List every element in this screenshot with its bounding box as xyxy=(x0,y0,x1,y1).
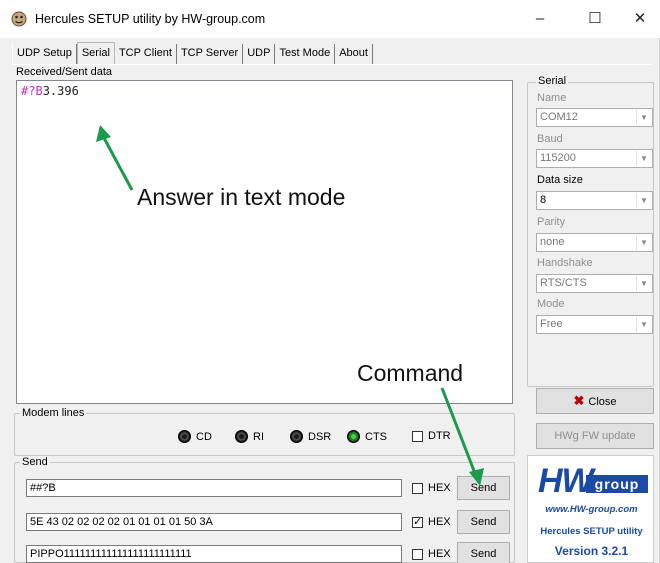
send-input-3[interactable]: PIPPO111111111111111111111111 xyxy=(26,545,402,563)
cd-led-icon xyxy=(178,430,191,443)
hw-group-logo: HW group www.HW-group.com Hercules SETUP… xyxy=(527,455,654,563)
handshake-combo[interactable]: RTS/CTS ▼ xyxy=(536,274,653,293)
cts-led-icon xyxy=(347,430,360,443)
close-port-label: Close xyxy=(588,396,617,408)
chevron-down-icon[interactable]: ▼ xyxy=(636,276,651,291)
serial-group-label: Serial xyxy=(536,75,569,87)
received-prefix: #?B xyxy=(21,84,43,98)
logo-hw-mark: HW xyxy=(538,462,594,500)
logo-url: www.HW-group.com xyxy=(545,504,638,515)
chevron-down-icon[interactable]: ▼ xyxy=(636,235,651,250)
annotation-command-text: Command xyxy=(357,360,464,386)
cts-label: CTS xyxy=(365,430,387,443)
dtr-toggle[interactable]: DTR xyxy=(412,430,451,442)
tab-tcp-server[interactable]: TCP Server xyxy=(177,44,244,64)
cd-label: CD xyxy=(196,430,212,443)
dtr-label: DTR xyxy=(428,430,451,442)
window-title: Hercules SETUP utility by HW-group.com xyxy=(35,12,266,26)
hex-checkbox-2[interactable] xyxy=(412,515,423,528)
logo-version: Version 3.2.1 xyxy=(554,544,629,558)
dsr-indicator: DSR xyxy=(290,430,331,443)
received-value: 3.396 xyxy=(42,84,79,98)
send-button-1[interactable]: Send xyxy=(457,476,510,500)
chevron-down-icon[interactable]: ▼ xyxy=(636,151,651,166)
tab-bar: UDP Setup Serial TCP Client TCP Server U… xyxy=(12,42,373,64)
port-name-combo[interactable]: COM12 ▼ xyxy=(536,108,653,127)
name-label: Name xyxy=(537,92,567,104)
data-size-value: 8 xyxy=(540,194,547,206)
parity-combo[interactable]: none ▼ xyxy=(536,233,653,252)
ri-led-icon xyxy=(235,430,248,443)
chevron-down-icon[interactable]: ▼ xyxy=(636,193,651,208)
send-group-label: Send xyxy=(20,456,50,468)
hex-toggle-1[interactable]: HEX xyxy=(412,482,451,494)
send-button-3[interactable]: Send xyxy=(457,542,510,563)
chevron-down-icon[interactable]: ▼ xyxy=(636,110,651,125)
tab-udp[interactable]: UDP xyxy=(243,44,276,64)
send-input-2[interactable]: 5E 43 02 02 02 02 01 01 01 01 50 3A xyxy=(26,513,402,531)
hex-label-3: HEX xyxy=(428,548,451,560)
annotation-answer-text: Answer in text mode xyxy=(137,184,346,210)
app-window: Hercules SETUP utility by HW-group.com –… xyxy=(0,0,660,563)
dsr-led-icon xyxy=(290,430,303,443)
mode-value: Free xyxy=(540,318,563,330)
close-x-icon: ✖ xyxy=(573,393,585,408)
parity-label: Parity xyxy=(537,216,566,228)
tab-test-mode[interactable]: Test Mode xyxy=(275,44,336,64)
minimize-button[interactable]: – xyxy=(520,6,560,32)
cts-indicator: CTS xyxy=(347,430,387,443)
tab-serial[interactable]: Serial xyxy=(76,42,115,64)
dsr-label: DSR xyxy=(308,430,332,443)
hex-checkbox-3[interactable] xyxy=(412,548,423,560)
tab-udp-setup[interactable]: UDP Setup xyxy=(12,44,77,64)
received-data-area[interactable]: #?B3.396 xyxy=(16,80,513,404)
baud-value: 115200 xyxy=(540,152,576,164)
send-button-2[interactable]: Send xyxy=(457,510,510,534)
hex-toggle-2[interactable]: HEX xyxy=(412,515,451,528)
modem-lines-label: Modem lines xyxy=(20,407,87,419)
baud-label: Baud xyxy=(537,133,563,145)
hex-label-2: HEX xyxy=(428,516,451,528)
tab-about[interactable]: About xyxy=(335,44,373,64)
fw-update-button[interactable]: HWg FW update xyxy=(536,423,654,449)
chevron-down-icon[interactable]: ▼ xyxy=(636,317,651,332)
dtr-checkbox[interactable] xyxy=(412,430,423,442)
port-name-value: COM12 xyxy=(540,111,578,123)
send-input-1[interactable]: ##?B xyxy=(26,479,402,497)
hex-toggle-3[interactable]: HEX xyxy=(412,548,451,560)
received-sent-label: Received/Sent data xyxy=(16,66,113,78)
received-data-text: #?B3.396 xyxy=(21,84,79,98)
close-port-button[interactable]: ✖ Close xyxy=(536,388,654,414)
mode-label: Mode xyxy=(537,298,565,310)
handshake-value: RTS/CTS xyxy=(540,277,587,289)
ri-label: RI xyxy=(253,430,264,443)
data-size-label: Data size xyxy=(537,174,583,186)
hex-checkbox-1[interactable] xyxy=(412,482,423,494)
logo-app-name: Hercules SETUP utility xyxy=(540,526,643,537)
maximize-button[interactable]: ☐ xyxy=(575,6,615,32)
hex-label-1: HEX xyxy=(428,482,451,494)
tab-tcp-client[interactable]: TCP Client xyxy=(115,44,177,64)
hercules-app-icon xyxy=(11,11,27,27)
cd-indicator: CD xyxy=(178,430,212,443)
handshake-label: Handshake xyxy=(537,257,593,269)
title-bar: Hercules SETUP utility by HW-group.com –… xyxy=(0,0,660,38)
mode-combo[interactable]: Free ▼ xyxy=(536,315,653,334)
ri-indicator: RI xyxy=(235,430,264,443)
parity-value: none xyxy=(540,236,565,248)
baud-combo[interactable]: 115200 ▼ xyxy=(536,149,653,168)
data-size-combo[interactable]: 8 ▼ xyxy=(536,191,653,210)
logo-group-mark: group xyxy=(586,475,648,493)
close-window-button[interactable]: ✕ xyxy=(620,6,660,32)
